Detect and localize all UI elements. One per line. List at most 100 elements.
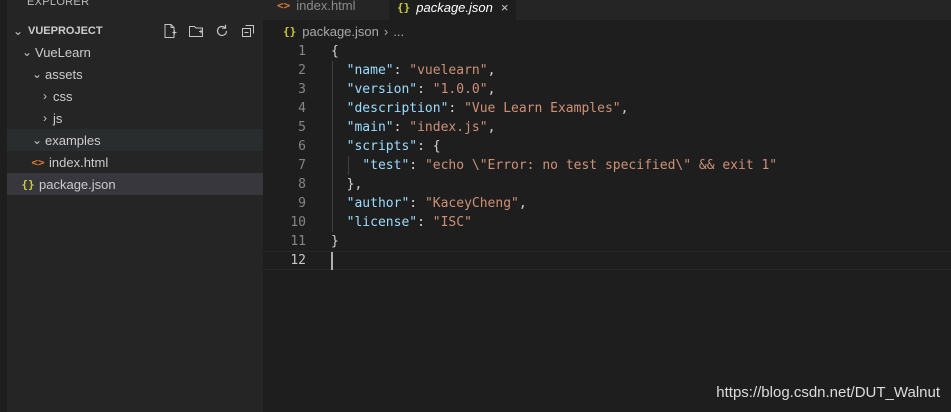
- line-number: 7: [298, 158, 306, 173]
- json-punctuation: ,: [518, 196, 527, 211]
- tree-item-index-html[interactable]: <> index.html: [7, 151, 263, 173]
- line-number: 4: [298, 101, 306, 116]
- json-string: "Vue Learn Examples": [464, 101, 621, 116]
- json-string: "vuelearn": [409, 63, 488, 78]
- json-punctuation: : {: [417, 139, 441, 154]
- json-punctuation: [331, 120, 347, 135]
- tab-bar: <> index.html {} package.json ×: [263, 0, 951, 20]
- json-punctuation: :: [393, 63, 410, 78]
- explorer-title: EXPLORER: [27, 0, 90, 8]
- breadcrumb-symbols[interactable]: ...: [393, 24, 404, 39]
- tab-package-json[interactable]: {} package.json ×: [389, 0, 517, 20]
- code-line[interactable]: 12: [263, 251, 951, 270]
- json-punctuation: [331, 158, 362, 173]
- json-punctuation: :: [409, 196, 425, 211]
- tree-item-label: css: [53, 88, 73, 104]
- json-key: "version": [346, 82, 418, 97]
- code-editor[interactable]: 1{2 "name": "vuelearn", 3 "version": "1.0…: [263, 42, 951, 412]
- code-text: },: [331, 175, 363, 194]
- json-key: "license": [346, 215, 418, 230]
- code-line[interactable]: 7 "test": "echo \"Error: no test specifi…: [263, 156, 951, 175]
- line-number: 5: [298, 120, 306, 135]
- json-file-icon: {}: [283, 24, 297, 38]
- chevron-right-icon: ›: [43, 111, 47, 125]
- tree-item-vuelearn[interactable]: ⌄ VueLearn: [7, 41, 263, 63]
- json-punctuation: :: [409, 158, 425, 173]
- tab-label: index.html: [296, 0, 356, 13]
- code-line[interactable]: 4 "description": "Vue Learn Examples",: [263, 99, 951, 118]
- code-text: "test": "echo \"Error: no test specified…: [331, 156, 777, 175]
- json-string: "echo \"Error: no test specified\" && ex…: [424, 158, 778, 173]
- line-number: 9: [298, 196, 306, 211]
- json-key: "description": [346, 101, 449, 116]
- tree-item-assets[interactable]: ⌄ assets: [7, 63, 263, 85]
- watermark: https://blog.csdn.net/DUT_Walnut: [716, 384, 940, 401]
- breadcrumb: {} package.json › ...: [263, 20, 951, 42]
- collapse-all-icon[interactable]: [239, 22, 257, 40]
- line-number: 12: [290, 253, 306, 268]
- tree-item-label: assets: [45, 66, 83, 82]
- chevron-down-icon: ⌄: [31, 67, 43, 81]
- json-key: "name": [346, 63, 394, 78]
- code-line[interactable]: 10 "license": "ISC": [263, 213, 951, 232]
- code-text: "name": "vuelearn",: [331, 61, 496, 80]
- chevron-down-icon: ⌄: [31, 133, 43, 147]
- line-number: 8: [298, 177, 306, 192]
- tab-label: package.json: [416, 0, 493, 15]
- code-line[interactable]: 8 },: [263, 175, 951, 194]
- json-punctuation: {: [331, 44, 339, 59]
- json-punctuation: [331, 215, 347, 230]
- explorer-sidebar: EXPLORER ⌄ VUEPROJECT ⌄ VueLearn ⌄ asset…: [0, 0, 263, 412]
- section-actions: [161, 22, 257, 40]
- json-punctuation: :: [417, 215, 433, 230]
- code-line[interactable]: 1{: [263, 42, 951, 61]
- json-punctuation: }: [331, 234, 339, 249]
- chevron-down-icon: ⌄: [12, 24, 24, 38]
- code-text: "scripts": {: [331, 137, 441, 156]
- code-line[interactable]: 11}: [263, 232, 951, 251]
- tree-item-package-json[interactable]: {} package.json: [7, 173, 263, 195]
- code-text: "main": "index.js",: [331, 118, 496, 137]
- line-number: 6: [298, 139, 306, 154]
- tree-item-css[interactable]: › css: [7, 85, 263, 107]
- json-key: "author": [346, 196, 410, 211]
- line-number: 11: [290, 234, 306, 249]
- code-line[interactable]: 2 "name": "vuelearn",: [263, 61, 951, 80]
- new-folder-icon[interactable]: [187, 22, 205, 40]
- json-string: "KaceyCheng": [424, 196, 519, 211]
- chevron-right-icon: ›: [43, 89, 47, 103]
- json-key: "test": [362, 158, 410, 173]
- json-string: "1.0.0": [432, 82, 488, 97]
- code-text: }: [331, 232, 339, 251]
- code-line[interactable]: 5 "main": "index.js",: [263, 118, 951, 137]
- json-string: "ISC": [432, 215, 472, 230]
- refresh-icon[interactable]: [213, 22, 231, 40]
- line-number: 3: [298, 82, 306, 97]
- tab-index-html[interactable]: <> index.html: [269, 0, 364, 16]
- tree-item-examples[interactable]: ⌄ examples: [7, 129, 263, 151]
- tree-item-label: index.html: [49, 154, 109, 170]
- code-text: "version": "1.0.0",: [331, 80, 496, 99]
- tree-item-label: js: [53, 110, 63, 126]
- code-line[interactable]: 9 "author": "KaceyCheng",: [263, 194, 951, 213]
- json-punctuation: },: [331, 177, 363, 192]
- json-string: "index.js": [409, 120, 488, 135]
- tree-item-label: VueLearn: [35, 44, 91, 60]
- json-punctuation: [331, 63, 347, 78]
- json-punctuation: [331, 82, 347, 97]
- tree-item-js[interactable]: › js: [7, 107, 263, 129]
- close-icon[interactable]: ×: [501, 0, 509, 15]
- breadcrumb-file[interactable]: package.json: [302, 24, 379, 39]
- line-number: 1: [298, 44, 306, 59]
- project-section-header[interactable]: ⌄ VUEPROJECT: [7, 20, 263, 42]
- line-number: 2: [298, 63, 306, 78]
- new-file-icon[interactable]: [161, 22, 179, 40]
- json-key: "main": [346, 120, 394, 135]
- code-text: "description": "Vue Learn Examples",: [331, 99, 629, 118]
- tree-item-label: examples: [45, 132, 101, 148]
- html-file-icon: <>: [277, 0, 291, 12]
- code-line[interactable]: 3 "version": "1.0.0",: [263, 80, 951, 99]
- json-punctuation: :: [448, 101, 465, 116]
- json-punctuation: ,: [620, 101, 629, 116]
- code-line[interactable]: 6 "scripts": {: [263, 137, 951, 156]
